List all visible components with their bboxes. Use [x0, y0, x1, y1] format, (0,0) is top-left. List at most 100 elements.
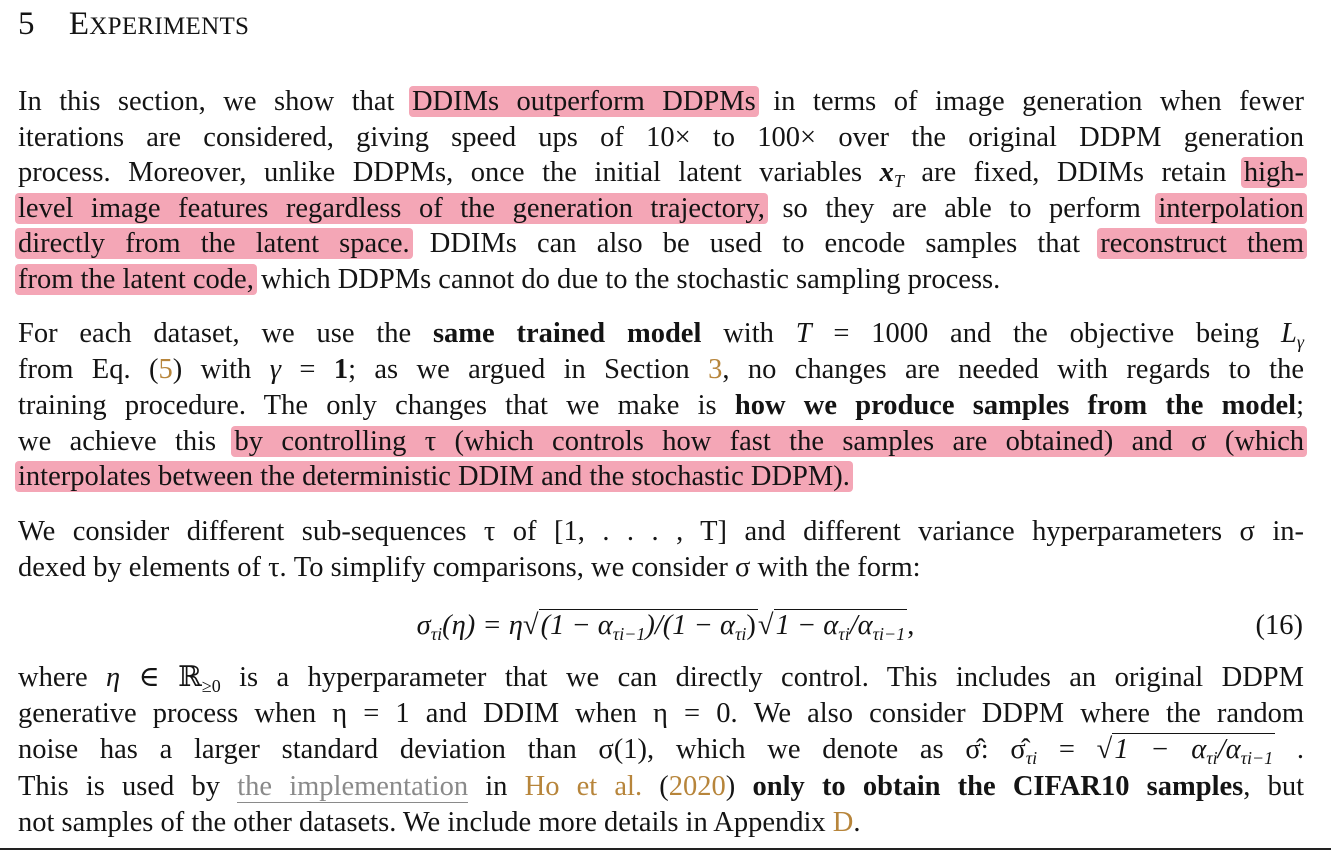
sqrt-term: 1 − ατi/ατi−1	[1112, 733, 1276, 768]
p1-line-4: level image features regardless of the g…	[15, 191, 1307, 227]
text: with	[701, 318, 796, 349]
text: process. Moreover, unlike DDPMs, once th…	[18, 157, 880, 188]
citation-link[interactable]: Ho et al.	[525, 771, 642, 802]
equation-ref-link[interactable]: 5	[158, 354, 172, 385]
eq-subscript: τi	[838, 624, 850, 644]
text: we achieve this	[18, 426, 235, 457]
eq-text: (1 − α	[540, 610, 613, 641]
text: training procedure. The only changes tha…	[18, 390, 735, 421]
eq-subscript: τi	[430, 624, 443, 644]
sqrt-sign: √	[522, 610, 539, 641]
math-symbol: L	[1281, 318, 1297, 349]
appendix-ref-link[interactable]: D	[833, 807, 854, 838]
math-subscript: γ	[1296, 332, 1304, 352]
eq-text: /α	[849, 610, 873, 641]
text: ;	[1296, 390, 1304, 421]
text: This is used by	[18, 771, 238, 802]
eq-subscript: τi	[734, 624, 747, 644]
p2-line-5: interpolates between the deterministic D…	[15, 459, 1304, 495]
p4-line-3: noise has a larger standard deviation th…	[18, 732, 1304, 768]
math-subscript: T	[893, 171, 904, 191]
section-ref-link[interactable]: 3	[708, 354, 722, 385]
eq-text: (η) = η	[442, 610, 523, 641]
text: are fixed, DDIMs retain	[903, 157, 1244, 188]
text: which DDPMs cannot do due to the stochas…	[253, 264, 1001, 295]
highlight: by controlling τ (which controls how fas…	[231, 426, 1307, 457]
math-symbol: η	[106, 662, 121, 693]
equation-16: στi(η) = η√(1 − ατi−1)/(1 − ατi)√1 − ατi…	[0, 606, 1331, 654]
text: is a hyperparameter that we can directly…	[220, 662, 1304, 693]
text: ∈ ℝ	[120, 662, 202, 693]
math-subscript: τi	[1025, 748, 1038, 768]
p1-line-5: directly from the latent space. DDIMs ca…	[15, 226, 1307, 262]
eq-subscript: τi−1	[872, 624, 906, 644]
equation-number: (16)	[1255, 610, 1303, 641]
math-subscript: τi	[1206, 748, 1218, 768]
bold-text: how we produce samples from the model	[734, 390, 1297, 421]
section-heading: 5 EXPERIMENTS	[18, 6, 249, 43]
math-subscript: ≥0	[201, 676, 221, 696]
text: .	[1275, 734, 1304, 765]
section-title-initial: E	[68, 6, 90, 42]
p1-line-1: In this section, we show that DDIMs outp…	[18, 84, 1304, 120]
sqrt-sign: √	[1096, 734, 1113, 765]
highlight: directly from the latent space.	[15, 228, 413, 259]
eq-text: 1 − α	[775, 610, 839, 641]
p3-line-2: dexed by elements of τ. To simplify comp…	[18, 552, 921, 583]
text: ; as we argued in Section	[348, 354, 709, 385]
text: noise has a larger standard deviation th…	[18, 734, 1026, 765]
math-text: /α	[1217, 734, 1241, 765]
text: ) with	[172, 354, 270, 385]
eq-subscript: τi−1	[612, 624, 646, 644]
highlight: level image features regardless of the g…	[15, 193, 768, 224]
bold-text: 1	[333, 354, 349, 385]
math-symbol: γ	[269, 354, 281, 385]
text: where	[18, 662, 107, 693]
p4-line-2: generative process when η = 1 and DDIM w…	[18, 698, 1304, 729]
text: .	[853, 807, 861, 838]
text: , no changes are needed with regards to …	[722, 354, 1304, 385]
text: )	[725, 771, 753, 802]
math-subscript: τi−1	[1240, 748, 1274, 768]
p1-line-2: iterations are considered, giving speed …	[18, 122, 1304, 153]
p1-line-6: from the latent code, which DDPMs cannot…	[15, 262, 1304, 298]
p2-line-3: training procedure. The only changes tha…	[18, 388, 1304, 424]
text: In this section, we show that	[18, 86, 412, 117]
section-title-rest: XPERIMENTS	[89, 13, 250, 40]
implementation-link[interactable]: the implementation	[237, 771, 469, 803]
highlight: DDIMs outperform DDPMs	[408, 86, 759, 117]
eq-text: )/(1 − α	[645, 610, 735, 641]
p4-line-4: This is used by the implementation in Ho…	[18, 769, 1304, 805]
p3-line-1: We consider different sub-sequences τ of…	[18, 516, 1304, 547]
eq-symbol: σ	[416, 610, 431, 641]
highlight: interpolates between the deterministic D…	[15, 461, 853, 492]
math-text: 1 − α	[1114, 734, 1207, 765]
sqrt-term-1: (1 − ατi−1)/(1 − ατi)	[538, 609, 758, 644]
bold-text: same trained model	[432, 318, 702, 349]
text: For each dataset, we use the	[18, 318, 433, 349]
text: =	[1037, 734, 1097, 765]
section-number: 5	[18, 6, 35, 42]
p4-line-1: where η ∈ ℝ≥0 is a hyperparameter that w…	[18, 660, 1304, 696]
highlight: reconstruct them	[1097, 228, 1307, 259]
sqrt-sign: √	[757, 610, 774, 641]
bold-text: only to obtain the CIFAR10 samples	[752, 771, 1244, 802]
highlight: from the latent code,	[15, 264, 257, 295]
math-symbol: x	[879, 157, 894, 188]
p1-line-3: process. Moreover, unlike DDPMs, once th…	[18, 155, 1307, 191]
sqrt-term-2: 1 − ατi/ατi−1	[773, 609, 908, 644]
p2-line-4: we achieve this by controlling τ (which …	[18, 424, 1307, 460]
page-bottom-rule	[0, 848, 1331, 850]
text: , but	[1243, 771, 1304, 802]
math-symbol: T	[795, 318, 812, 349]
p4-line-5: not samples of the other datasets. We in…	[18, 805, 1304, 841]
highlight: interpolation	[1155, 193, 1307, 224]
p2-line-2: from Eq. (5) with γ = 1; as we argued in…	[18, 352, 1304, 388]
citation-year-link[interactable]: 2020	[669, 771, 726, 802]
text: in	[468, 771, 525, 802]
text: not samples of the other datasets. We in…	[18, 807, 833, 838]
text: =	[280, 354, 334, 385]
text: from Eq. (	[18, 354, 159, 385]
eq-text: ,	[907, 610, 915, 641]
p2-line-1: For each dataset, we use the same traine…	[18, 316, 1304, 352]
